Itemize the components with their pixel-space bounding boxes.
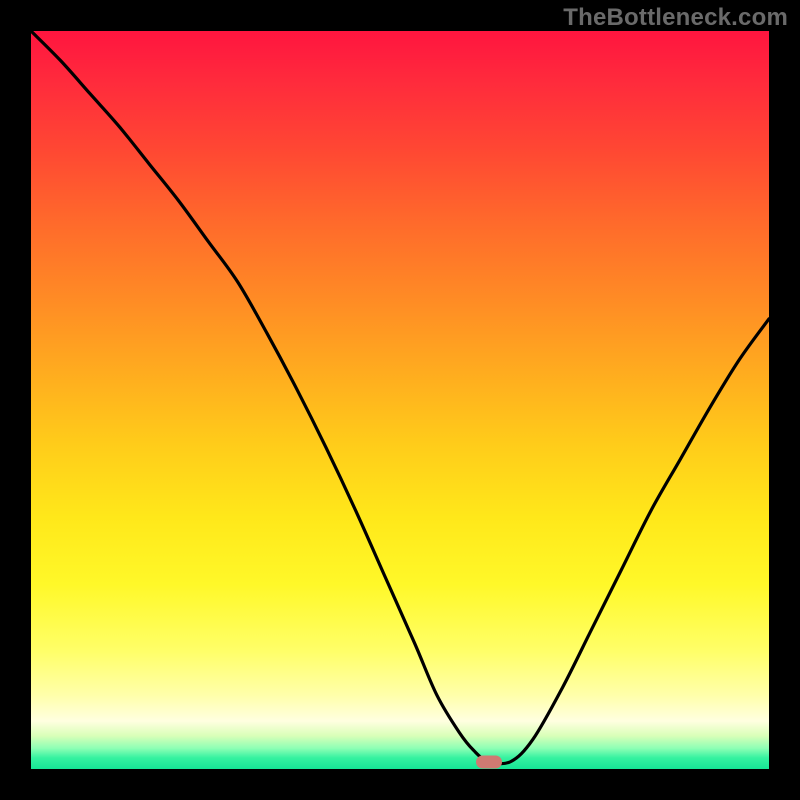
plot-area xyxy=(31,31,769,769)
optimal-marker xyxy=(476,755,502,768)
watermark-text: TheBottleneck.com xyxy=(563,4,788,32)
chart-frame: TheBottleneck.com xyxy=(0,0,800,800)
bottleneck-curve xyxy=(31,31,769,769)
